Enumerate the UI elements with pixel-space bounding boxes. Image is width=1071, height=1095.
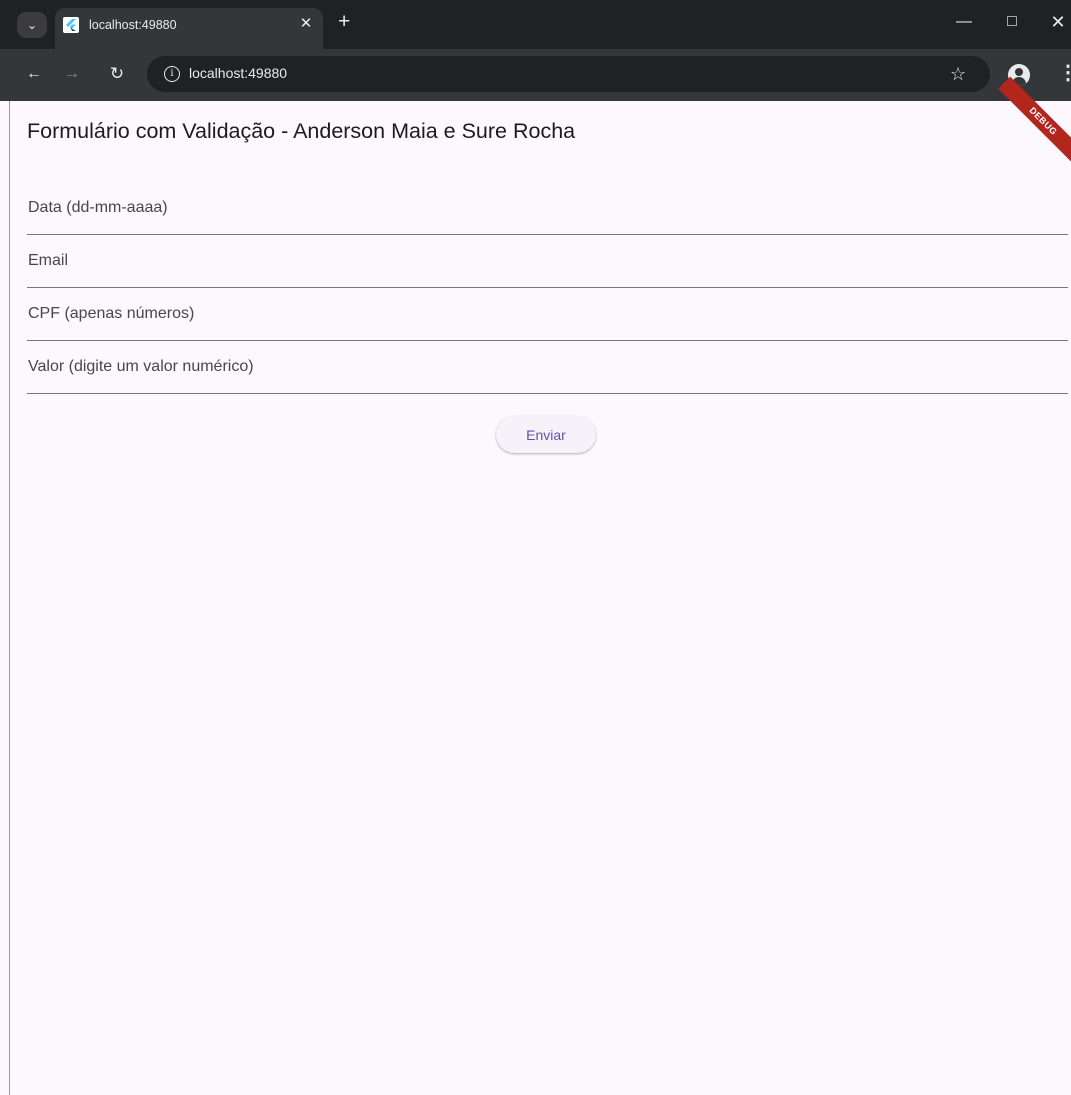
browser-toolbar: ← → ↻ i localhost:49880 ☆ ⋮ xyxy=(0,49,1071,101)
submit-button[interactable]: Enviar xyxy=(496,416,596,453)
arrow-right-icon[interactable]: → xyxy=(58,59,86,89)
value-input[interactable] xyxy=(27,341,1069,393)
date-field xyxy=(27,182,1069,235)
cpf-field xyxy=(27,288,1069,341)
browser-tab[interactable]: localhost:49880 ✕ xyxy=(55,8,323,49)
maximize-icon[interactable]: □ xyxy=(994,8,1030,36)
tab-title: localhost:49880 xyxy=(89,18,177,32)
reload-icon[interactable]: ↻ xyxy=(103,59,131,89)
browser-titlebar: ⌄ localhost:49880 ✕ + — □ ✕ xyxy=(0,0,1071,49)
info-icon[interactable]: i xyxy=(164,66,180,82)
close-icon[interactable]: ✕ xyxy=(297,15,315,33)
url-text[interactable]: localhost:49880 xyxy=(189,65,287,81)
window-close-icon[interactable]: ✕ xyxy=(1040,8,1071,36)
chevron-down-icon[interactable]: ⌄ xyxy=(17,12,47,38)
arrow-left-icon[interactable]: ← xyxy=(20,59,48,89)
minimize-icon[interactable]: — xyxy=(946,8,982,36)
date-input[interactable] xyxy=(27,182,1069,234)
email-field xyxy=(27,235,1069,288)
star-icon[interactable]: ☆ xyxy=(950,63,966,85)
kebab-icon[interactable]: ⋮ xyxy=(1058,62,1071,84)
app-viewport: DEBUG Formulário com Validação - Anderso… xyxy=(9,76,1071,1095)
flutter-icon xyxy=(63,17,79,33)
value-field xyxy=(27,341,1069,394)
address-bar[interactable]: i localhost:49880 xyxy=(147,56,990,92)
cpf-input[interactable] xyxy=(27,288,1069,340)
page-title: Formulário com Validação - Anderson Maia… xyxy=(27,119,576,143)
plus-icon[interactable]: + xyxy=(338,11,350,33)
email-input[interactable] xyxy=(27,235,1069,287)
